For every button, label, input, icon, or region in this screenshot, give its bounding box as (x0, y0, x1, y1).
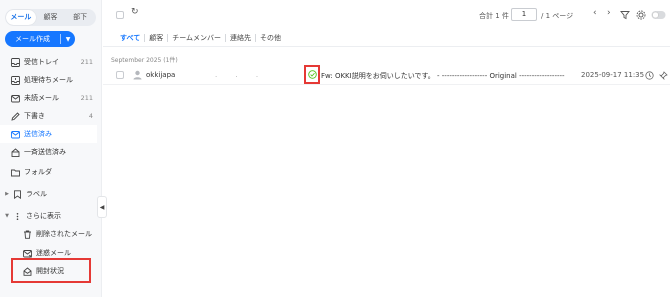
more-icon (12, 211, 22, 221)
inbox-icon (10, 57, 20, 67)
sidebar-item-pending[interactable]: 処理待ちメール (0, 71, 97, 89)
tab-subordinates[interactable]: 部下 (65, 10, 95, 25)
trash-icon (22, 229, 32, 239)
email-date: 2025-09-17 11:35 (581, 71, 645, 79)
contact-avatar-icon (133, 70, 142, 82)
filter-contacts[interactable]: 連絡先 (226, 33, 255, 43)
compose-dropdown-icon[interactable]: ▼ (61, 36, 75, 43)
mode-tabs: メール 顧客 部下 (5, 9, 96, 26)
label-icon (12, 189, 22, 199)
sidebar-item-label: 削除されたメール (36, 230, 92, 238)
date-group-label: September 2025 (1件) (111, 57, 178, 64)
sidebar-item-deleted[interactable]: 削除されたメール (0, 225, 97, 243)
page-total: / 1 ページ (541, 12, 574, 20)
sidebar-item-inbox[interactable]: 受信トレイ 211 (0, 53, 97, 71)
filter-customers[interactable]: 顧客 (145, 33, 167, 43)
mail-list-pane: ↻ 合計 1 件 1 / 1 ページ ‹ › すべて 顧客 チームメンバー 連絡… (103, 0, 670, 297)
collapse-caret-icon[interactable]: ▼ (4, 213, 10, 219)
view-toggle-icon[interactable] (651, 10, 666, 22)
compose-button[interactable]: メール作成 ▼ (5, 31, 75, 47)
prev-page-icon[interactable]: ‹ (593, 8, 597, 18)
sidebar-item-label: 一斉送信済み (24, 148, 66, 156)
toolbar: ↻ 合計 1 件 1 / 1 ページ ‹ › (103, 0, 670, 30)
table-row[interactable]: okkijapa . . . Fw: OKKI説明をお伺いしたいです。 - --… (103, 65, 670, 85)
sidebar-item-more[interactable]: ▼ さらに表示 (0, 207, 97, 225)
divider (103, 46, 670, 47)
filter-tabs: すべて 顧客 チームメンバー 連絡先 その他 (116, 31, 285, 44)
email-sender: okkijapa (146, 71, 176, 79)
bulk-send-icon (10, 147, 20, 157)
filter-icon[interactable] (620, 10, 630, 22)
sidebar-item-label: フォルダ (24, 168, 52, 176)
expand-icon[interactable]: ▶ (4, 191, 10, 197)
folder-icon (10, 167, 20, 177)
sidebar-item-bulk-sent[interactable]: 一斉送信済み (0, 143, 97, 161)
pending-mail-icon (10, 75, 20, 85)
sidebar-item-labels[interactable]: ▶ ラベル (0, 185, 97, 203)
sidebar-item-drafts[interactable]: 下書き 4 (0, 107, 97, 125)
settings-gear-icon[interactable] (636, 10, 646, 22)
spam-icon (22, 248, 32, 258)
next-page-icon[interactable]: › (607, 8, 611, 18)
filter-others[interactable]: その他 (256, 33, 285, 43)
redacted-text: . . . (215, 71, 267, 79)
tab-mail[interactable]: メール (6, 10, 36, 25)
pin-icon[interactable] (658, 71, 668, 82)
sidebar-item-unread[interactable]: 未読メール 211 (0, 89, 97, 107)
sidebar-item-label: 受信トレイ (24, 58, 59, 66)
sidebar-item-sent[interactable]: 送信済み (0, 125, 97, 143)
sent-mail-icon (10, 129, 20, 139)
total-count: 合計 1 件 (479, 12, 509, 20)
page-number-input[interactable]: 1 (511, 8, 537, 21)
sidebar-item-label: 下書き (24, 112, 45, 120)
drafts-count: 4 (88, 112, 93, 120)
unread-count: 211 (80, 94, 93, 102)
tab-customers[interactable]: 顧客 (36, 10, 66, 25)
sidebar-item-label: さらに表示 (26, 212, 61, 220)
clock-icon[interactable] (645, 71, 654, 82)
sidebar-item-label: 未読メール (24, 94, 59, 102)
unread-mail-icon (10, 93, 20, 103)
refresh-icon[interactable]: ↻ (131, 7, 139, 17)
inbox-count: 211 (80, 58, 93, 66)
filter-team-members[interactable]: チームメンバー (168, 33, 225, 43)
sidebar: メール 顧客 部下 メール作成 ▼ 受信トレイ 211 処理待ちメール 未読メー… (0, 0, 102, 297)
draft-icon (10, 111, 20, 121)
email-subject: Fw: OKKI説明をお伺いしたいです。 - -----------------… (321, 72, 565, 80)
sidebar-item-label: 送信済み (24, 130, 52, 138)
opened-status-icon[interactable] (304, 65, 320, 84)
sidebar-item-label: 迷惑メール (36, 249, 71, 257)
sidebar-item-folders[interactable]: フォルダ (0, 163, 97, 181)
filter-all[interactable]: すべて (116, 33, 144, 43)
sidebar-item-label: ラベル (26, 190, 47, 198)
select-all-checkbox[interactable] (116, 11, 124, 19)
row-checkbox[interactable] (116, 71, 124, 79)
sidebar-item-label: 処理待ちメール (24, 76, 73, 84)
compose-label: メール作成 (15, 35, 50, 43)
highlight-annotation-open-status (11, 258, 91, 283)
